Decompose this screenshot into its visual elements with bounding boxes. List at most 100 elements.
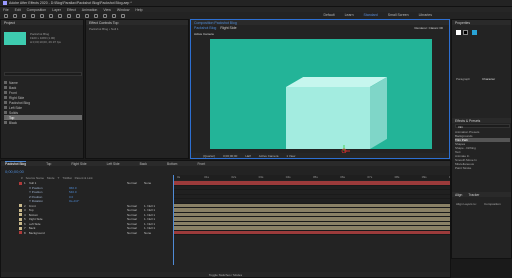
composition-footer: (Quarter) 0;00;00;00 Half Active Camera 1 Vi…: [191, 153, 449, 158]
ruler-tick-label: 05s: [313, 175, 318, 179]
timeline-tabs: Packshot Blog Top Right Side Left Side Back B…: [1, 161, 450, 166]
layer-label-color[interactable]: [19, 204, 22, 208]
timeline-panel: Packshot Blog Top Right Side Left Side Back B…: [0, 160, 451, 278]
composition-icon: [4, 121, 7, 124]
composition-icon: [4, 106, 7, 109]
type-tool-icon[interactable]: [85, 13, 89, 18]
menu-file[interactable]: File: [3, 8, 9, 12]
menu-help[interactable]: Help: [135, 8, 142, 12]
timeline-tab[interactable]: Back: [140, 162, 147, 166]
comp-footer-control[interactable]: (Quarter): [203, 154, 215, 158]
menu-composition[interactable]: Composition: [27, 8, 46, 12]
timeline-tab[interactable]: Left Side: [107, 162, 120, 166]
workspace-standard[interactable]: Standard: [364, 13, 378, 17]
eraser-tool-icon[interactable]: [112, 13, 116, 18]
stroke-color-swatch[interactable]: [463, 30, 468, 35]
layer-label-color[interactable]: [19, 213, 22, 217]
menu-window[interactable]: Window: [117, 8, 129, 12]
project-search-input[interactable]: [4, 72, 82, 76]
timeline-tab[interactable]: Front: [197, 162, 205, 166]
project-panel: Project Packshot Blog 1920 x 1080 (1.00)…: [0, 19, 84, 159]
zoom-tool-icon[interactable]: [31, 13, 35, 18]
project-info-duration: Δ 0;00;10;00, 29.97 fps: [30, 40, 61, 44]
project-item-label: Back: [9, 85, 17, 90]
project-item[interactable]: Black: [4, 120, 82, 125]
comp-footer-control[interactable]: 0;00;00;00: [223, 154, 237, 158]
brush-tool-icon[interactable]: [94, 13, 98, 18]
effect-item[interactable]: Paint Stroke: [455, 166, 510, 170]
puppet-tool-icon[interactable]: [121, 13, 125, 18]
column-header: Mode: [47, 175, 55, 180]
playhead[interactable]: [173, 175, 174, 265]
pen-tool-icon[interactable]: [76, 13, 80, 18]
composition-icon: [4, 91, 7, 94]
layer-tracks: [173, 181, 450, 235]
layer-number: 8: [24, 230, 26, 235]
comp-footer-control[interactable]: 1 View: [286, 154, 295, 158]
layer-mode-select[interactable]: Normal: [127, 231, 137, 235]
layer-list: 1 Null 1 Normal None X Position 960.0 Y Positi…: [1, 181, 171, 235]
layer-label-color[interactable]: [19, 226, 22, 230]
workspace-small-screen[interactable]: Small Screen: [388, 13, 409, 17]
character-tab[interactable]: Character: [482, 77, 495, 81]
ruler-tick-label: 03s: [258, 175, 264, 179]
layer-name[interactable]: Background: [29, 231, 79, 235]
pan-behind-tool-icon[interactable]: [58, 13, 62, 18]
renderer-label[interactable]: Renderer: Classic 3D: [414, 26, 443, 30]
timecode-display[interactable]: 0;00;00;00: [5, 169, 24, 174]
effects-presets-header[interactable]: Effects & Presets: [452, 118, 511, 123]
selection-tool-icon[interactable]: [13, 13, 17, 18]
workspace-default[interactable]: Default: [323, 13, 334, 17]
timeline-footer: Toggle Switches / Modes: [1, 272, 450, 277]
tracker-tab[interactable]: Tracker: [468, 193, 479, 197]
workspace-learn[interactable]: Learn: [345, 13, 354, 17]
column-header: #: [21, 175, 23, 180]
comp-footer-control[interactable]: Half: [245, 154, 250, 158]
effects-search-input[interactable]: trim: [455, 124, 510, 129]
toggle-switches-modes-button[interactable]: Toggle Switches / Modes: [209, 273, 242, 277]
time-ruler[interactable]: 0s 01s 02s 03s 04s 05s 06s 07s 08s 09s 10s: [173, 175, 450, 180]
timeline-tab[interactable]: Bottom: [167, 162, 177, 166]
effects-list: Animation Presets Backgrounds Trim Path Sha…: [455, 130, 510, 170]
ruler-tick-label: 09s: [421, 175, 427, 179]
layer-label-color[interactable]: [19, 181, 22, 185]
composition-icon: [4, 96, 7, 99]
timeline-tab[interactable]: Packshot Blog: [5, 161, 27, 166]
subtab-packshot-blog[interactable]: Packshot Blog: [194, 26, 216, 30]
menu-view[interactable]: View: [103, 8, 111, 12]
project-item-label: Front: [9, 90, 17, 95]
rotate-tool-icon[interactable]: [40, 13, 44, 18]
layer-label-color[interactable]: [19, 217, 22, 221]
menu-effect[interactable]: Effect: [67, 8, 76, 12]
menu-layer[interactable]: Layer: [52, 8, 61, 12]
paragraph-tab[interactable]: Paragraph: [456, 77, 470, 81]
properties-tab[interactable]: Properties: [452, 20, 511, 25]
comp-footer-control[interactable]: Active Camera: [259, 154, 279, 158]
accent-swatch[interactable]: [472, 30, 477, 35]
layer-parent-select[interactable]: None: [144, 231, 151, 235]
column-header: Parent & Link: [74, 175, 93, 180]
align-tab[interactable]: Align: [455, 193, 462, 197]
workspace-libraries[interactable]: Libraries: [419, 13, 432, 17]
layer-row[interactable]: 8 Background Normal None: [1, 231, 171, 236]
subtab-right-side[interactable]: Right Side: [220, 26, 236, 30]
composition-canvas[interactable]: [210, 39, 432, 155]
home-icon[interactable]: [4, 13, 8, 18]
project-tab[interactable]: Project: [1, 20, 83, 25]
shape-tool-icon[interactable]: [67, 13, 71, 18]
menu-edit[interactable]: Edit: [15, 8, 21, 12]
layer-track-bar[interactable]: [173, 230, 450, 235]
timeline-tab[interactable]: Right Side: [71, 162, 86, 166]
fill-color-swatch[interactable]: [456, 30, 461, 35]
hand-tool-icon[interactable]: [22, 13, 26, 18]
ruler-tick-label: 0s: [177, 175, 181, 179]
layer-label-color[interactable]: [19, 231, 22, 235]
camera-tool-icon[interactable]: [49, 13, 53, 18]
timeline-tab[interactable]: Top: [46, 162, 51, 166]
layer-label-color[interactable]: [19, 222, 22, 226]
clone-tool-icon[interactable]: [103, 13, 107, 18]
align-to-select[interactable]: Composition: [484, 202, 501, 206]
layer-label-color[interactable]: [19, 208, 22, 212]
menu-animation[interactable]: Animation: [82, 8, 98, 12]
app-icon: [3, 1, 7, 5]
